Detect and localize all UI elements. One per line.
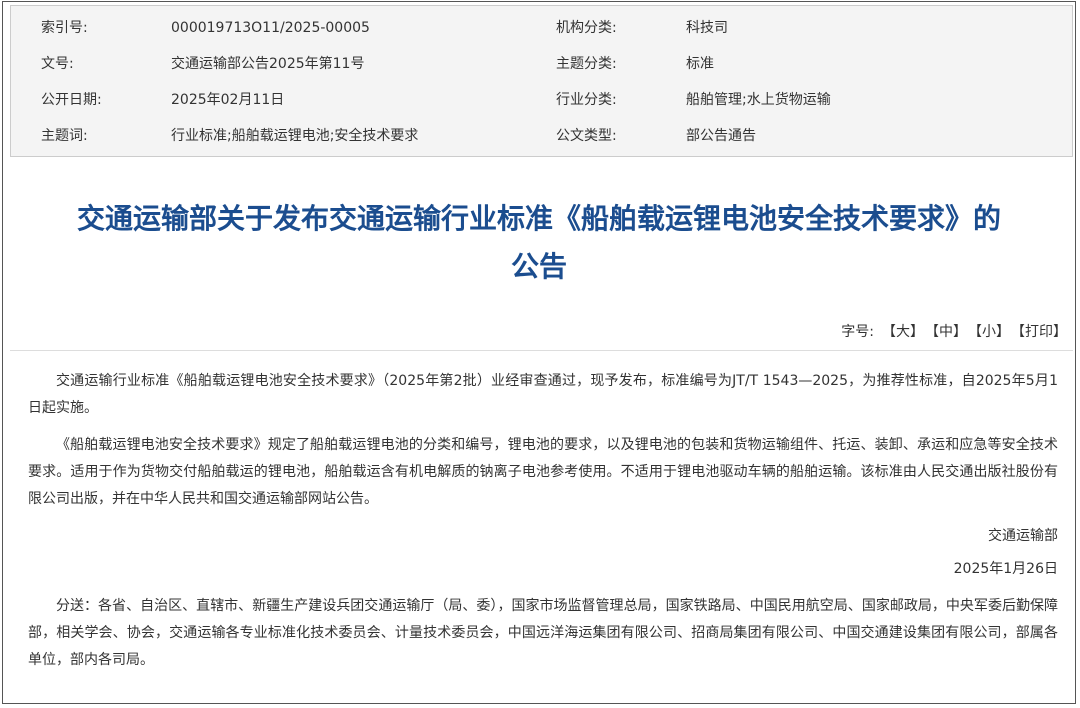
paragraph-1: 交通运输行业标准《船舶载运锂电池安全技术要求》（2025年第2批）业经审查通过，… <box>28 373 1058 416</box>
signer: 交通运输部 <box>988 528 1058 544</box>
keywords-value: 行业标准;船舶载运锂电池;安全技术要求 <box>171 128 419 144</box>
announcement-page: 索引号: 000019713O11/2025-00005 机构分类: 科技司 文… <box>2 1 1076 704</box>
page-title: 交通运输部关于发布交通运输行业标准《船舶载运锂电池安全技术要求》的 公告 <box>3 195 1075 291</box>
index-number-label: 索引号: <box>41 20 88 36</box>
topic-category-label: 主题分类: <box>556 56 617 72</box>
agency-category-value: 科技司 <box>686 20 728 36</box>
paragraph-2: 《船舶载运锂电池安全技术要求》规定了船舶载运锂电池的分类和编号，锂电池的要求，以… <box>28 437 1058 507</box>
document-number-label: 文号: <box>41 56 74 72</box>
document-number-value: 交通运输部公告2025年第11号 <box>171 56 365 72</box>
title-line-1: 交通运输部关于发布交通运输行业标准《船舶载运锂电池安全技术要求》的 <box>76 202 1001 235</box>
industry-category-value: 船舶管理;水上货物运输 <box>686 92 831 108</box>
font-large-link[interactable]: 【大】 <box>882 324 924 340</box>
distribution-paragraph: 分送：各省、自治区、直辖市、新疆生产建设兵团交通运输厅（局、委），国家市场监督管… <box>28 598 1058 668</box>
sign-date: 2025年1月26日 <box>953 561 1058 577</box>
font-small-link[interactable]: 【小】 <box>975 324 1010 340</box>
publish-date-value: 2025年02月11日 <box>171 92 285 108</box>
article-body: 交通运输行业标准《船舶载运锂电池安全技术要求》（2025年第2批）业经审查通过，… <box>28 368 1058 684</box>
topic-category-value: 标准 <box>686 56 714 72</box>
font-medium-link[interactable]: 【中】 <box>932 324 967 340</box>
agency-category-label: 机构分类: <box>556 20 617 36</box>
metadata-row: 文号: 交通运输部公告2025年第11号 主题分类: 标准 <box>11 46 1072 82</box>
metadata-row: 索引号: 000019713O11/2025-00005 机构分类: 科技司 <box>11 10 1072 46</box>
divider <box>10 350 1073 351</box>
publish-date-label: 公开日期: <box>41 92 102 108</box>
metadata-row: 主题词: 行业标准;船舶载运锂电池;安全技术要求 公文类型: 部公告通告 <box>11 118 1072 154</box>
font-size-label: 字号: <box>841 324 874 340</box>
metadata-row: 公开日期: 2025年02月11日 行业分类: 船舶管理;水上货物运输 <box>11 82 1072 118</box>
keywords-label: 主题词: <box>41 128 88 144</box>
document-type-value: 部公告通告 <box>686 128 756 144</box>
print-link[interactable]: 【打印】 <box>1018 324 1067 340</box>
industry-category-label: 行业分类: <box>556 92 617 108</box>
metadata-panel: 索引号: 000019713O11/2025-00005 机构分类: 科技司 文… <box>10 5 1073 157</box>
index-number-value: 000019713O11/2025-00005 <box>171 20 370 36</box>
font-size-toolbar: 字号: 【大】 【中】 【小】 【打印】 <box>841 320 1067 344</box>
document-type-label: 公文类型: <box>556 128 617 144</box>
title-line-2: 公告 <box>510 250 567 283</box>
